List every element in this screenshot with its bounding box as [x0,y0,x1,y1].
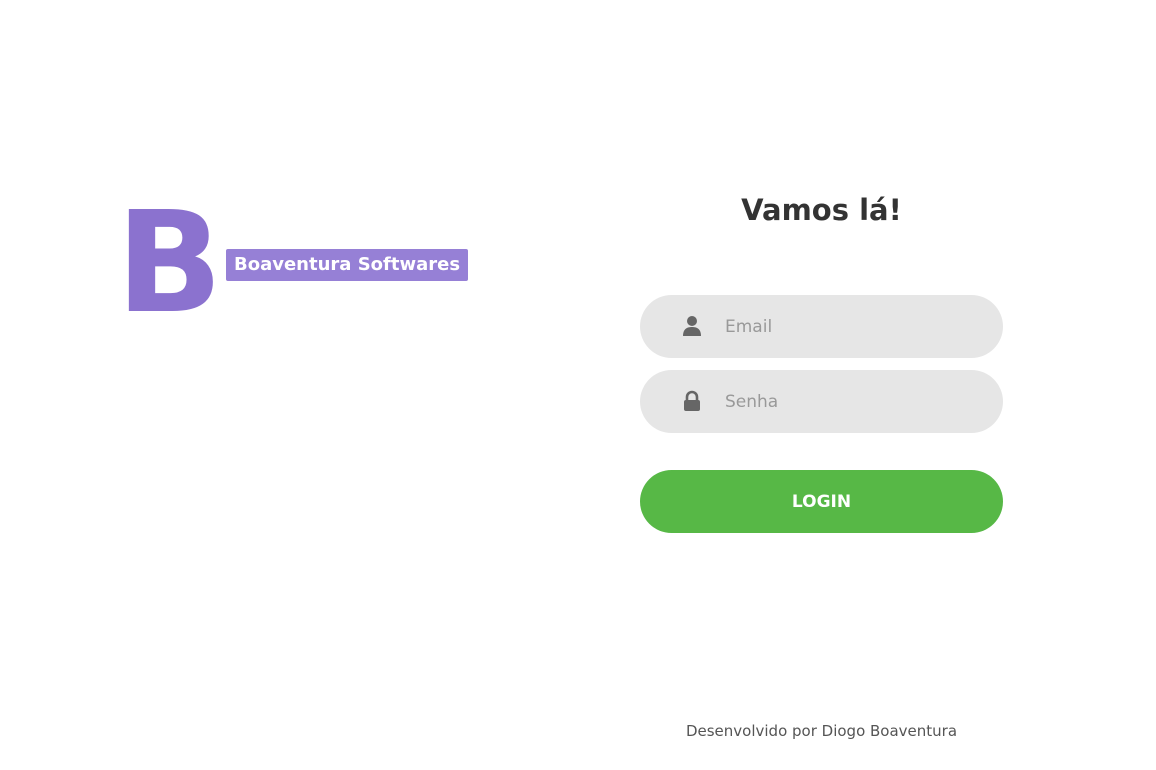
login-button[interactable]: LOGIN [640,470,1003,533]
brand-logo: B Boaventura Softwares [116,182,476,345]
email-input[interactable] [725,295,975,358]
login-page: B Boaventura Softwares Vamos lá! LOGIN D… [0,0,1156,770]
brand-name: Boaventura Softwares [226,249,469,281]
lock-icon [682,390,702,412]
login-title: Vamos lá! [741,193,902,227]
footer-credit: Desenvolvido por Diogo Boaventura [685,722,958,740]
password-input[interactable] [725,370,975,433]
password-field[interactable] [640,370,1003,433]
user-icon [682,315,702,337]
brand-letter: B [116,182,223,345]
email-field[interactable] [640,295,1003,358]
